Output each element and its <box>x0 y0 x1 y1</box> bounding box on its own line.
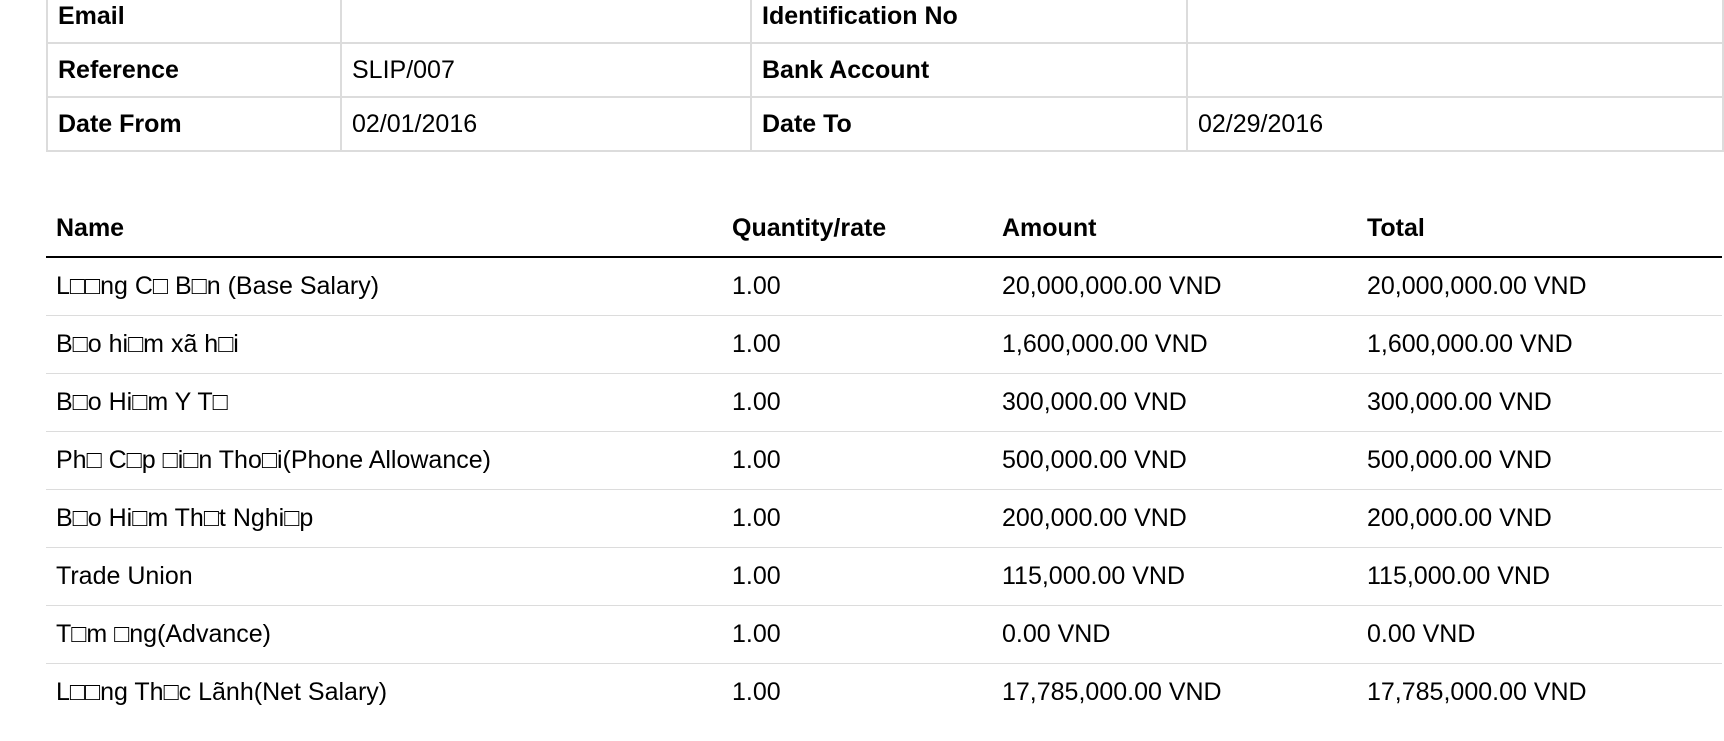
table-row: Ph□ C□p □i□n Tho□i(Phone Allowance) 1.00… <box>46 431 1722 490</box>
identification-no-value <box>1186 0 1724 44</box>
line-name: Ph□ C□p □i□n Tho□i(Phone Allowance) <box>46 431 722 490</box>
identification-no-label: Identification No <box>750 0 1188 44</box>
reference-value: SLIP/007 <box>340 42 752 98</box>
reference-label: Reference <box>46 42 342 98</box>
line-amount: 500,000.00 VND <box>992 431 1357 490</box>
info-row-reference: Reference SLIP/007 Bank Account <box>46 42 1724 98</box>
table-row: T□m □ng(Advance) 1.00 0.00 VND 0.00 VND <box>46 605 1722 664</box>
payslip-lines-table: Name Quantity/rate Amount Total L□□ng C□… <box>46 200 1722 721</box>
line-quantity: 1.00 <box>722 257 992 316</box>
table-row: B□o hi□m xã h□i 1.00 1,600,000.00 VND 1,… <box>46 315 1722 374</box>
table-row: B□o Hi□m Th□t Nghi□p 1.00 200,000.00 VND… <box>46 489 1722 548</box>
line-total: 500,000.00 VND <box>1357 431 1722 490</box>
table-row: L□□ng Th□c Lãnh(Net Salary) 1.00 17,785,… <box>46 663 1722 721</box>
line-amount: 300,000.00 VND <box>992 373 1357 432</box>
line-amount: 17,785,000.00 VND <box>1002 677 1222 706</box>
email-label: Email <box>46 0 342 44</box>
line-name: L□□ng Th□c Lãnh(Net Salary) <box>56 677 388 706</box>
line-total: 200,000.00 VND <box>1357 489 1722 548</box>
table-row: Trade Union 1.00 115,000.00 VND 115,000.… <box>46 547 1722 606</box>
lines-header-row: Name Quantity/rate Amount Total <box>46 200 1722 258</box>
table-row: B□o Hi□m Y T□ 1.00 300,000.00 VND 300,00… <box>46 373 1722 432</box>
line-name: B□o Hi□m Th□t Nghi□p <box>46 489 722 548</box>
email-value <box>340 0 752 44</box>
line-name: B□o hi□m xã h□i <box>46 315 722 374</box>
line-name: L□□ng C□ B□n (Base Salary) <box>46 257 722 316</box>
line-name: Trade Union <box>46 547 722 606</box>
line-total: 20,000,000.00 VND <box>1357 257 1722 316</box>
employee-info-table: Email Identification No Reference SLIP/0… <box>46 0 1724 152</box>
bank-account-value <box>1186 42 1724 98</box>
line-total: 1,600,000.00 VND <box>1357 315 1722 374</box>
line-quantity: 1.00 <box>722 489 992 548</box>
table-row: L□□ng C□ B□n (Base Salary) 1.00 20,000,0… <box>46 257 1722 316</box>
line-amount: 20,000,000.00 VND <box>992 257 1357 316</box>
info-row-dates: Date From 02/01/2016 Date To 02/29/2016 <box>46 96 1724 152</box>
date-to-label: Date To <box>750 96 1188 152</box>
quantity-column-header: Quantity/rate <box>722 200 992 258</box>
line-total: 0.00 VND <box>1357 605 1722 664</box>
line-amount: 115,000.00 VND <box>992 547 1357 606</box>
line-name: B□o Hi□m Y T□ <box>46 373 722 432</box>
line-total: 300,000.00 VND <box>1357 373 1722 432</box>
line-total: 115,000.00 VND <box>1357 547 1722 606</box>
line-total: 17,785,000.00 VND <box>1367 677 1587 706</box>
line-quantity: 1.00 <box>722 431 992 490</box>
bank-account-label: Bank Account <box>750 42 1188 98</box>
line-quantity: 1.00 <box>722 547 992 606</box>
date-from-label: Date From <box>46 96 342 152</box>
amount-column-header: Amount <box>992 200 1357 258</box>
date-from-value: 02/01/2016 <box>340 96 752 152</box>
line-amount: 1,600,000.00 VND <box>992 315 1357 374</box>
line-quantity: 1.00 <box>722 373 992 432</box>
line-quantity: 1.00 <box>722 315 992 374</box>
date-to-value: 02/29/2016 <box>1186 96 1724 152</box>
line-quantity: 1.00 <box>722 605 992 664</box>
total-column-header: Total <box>1357 200 1722 258</box>
info-row-email: Email Identification No <box>46 0 1724 44</box>
line-quantity: 1.00 <box>732 677 781 706</box>
line-amount: 200,000.00 VND <box>992 489 1357 548</box>
name-column-header: Name <box>46 200 722 258</box>
line-amount: 0.00 VND <box>992 605 1357 664</box>
line-name: T□m □ng(Advance) <box>46 605 722 664</box>
